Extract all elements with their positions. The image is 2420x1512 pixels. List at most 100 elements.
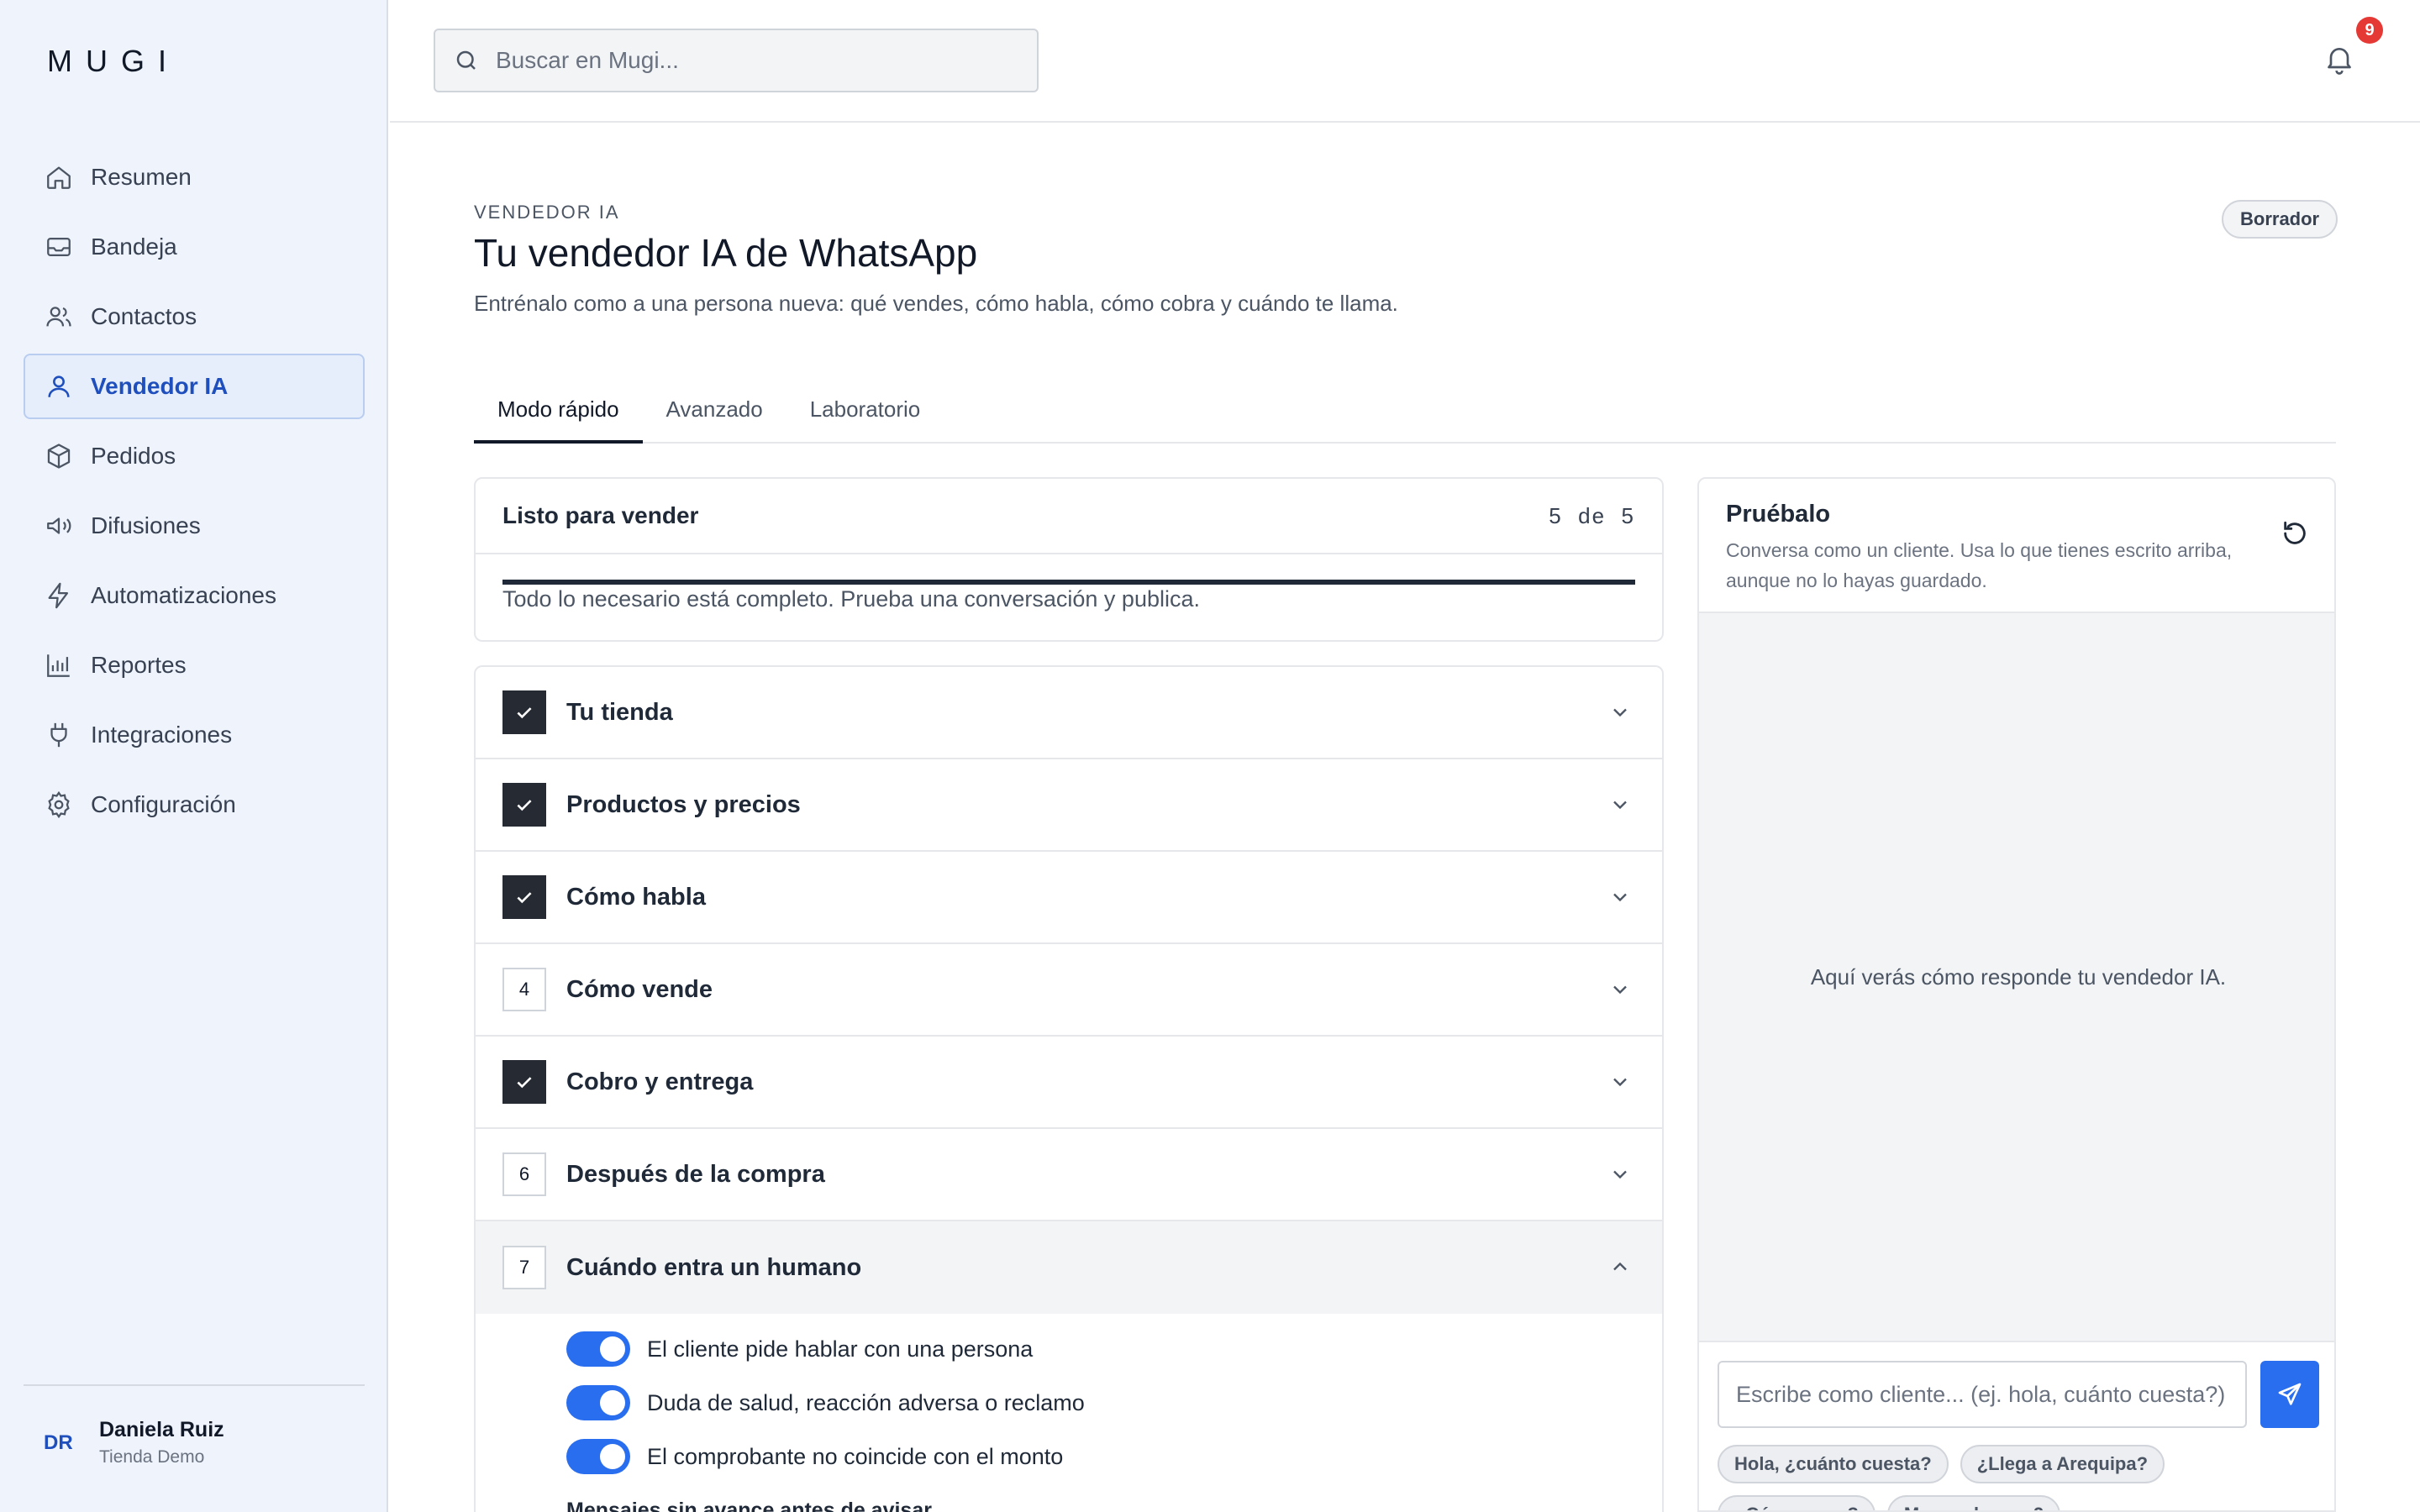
home-icon	[44, 162, 74, 192]
toggle-row: El cliente pide hablar con una persona	[566, 1322, 1662, 1376]
toggle-label: El cliente pide hablar con una persona	[647, 1336, 1034, 1362]
step-number: 7	[502, 1246, 546, 1289]
tabs: Modo rápido Avanzado Laboratorio	[474, 386, 2336, 444]
chevron-down-icon	[1613, 893, 1627, 902]
suggestion-chip[interactable]: Me quedo con 2	[1886, 1495, 2061, 1510]
suggestion-chip[interactable]: ¿Llega a Arequipa?	[1960, 1445, 2165, 1483]
user-name: Daniela Ruiz	[99, 1418, 224, 1441]
step-label: Después de la compra	[566, 1160, 825, 1188]
chevron-down-icon	[1613, 1170, 1627, 1179]
progress-fill	[502, 580, 1635, 585]
topbar: 9	[390, 0, 2420, 123]
step-label: Cobro y entrega	[566, 1068, 754, 1095]
toggle-switch[interactable]	[566, 1331, 630, 1367]
human-handoff-panel: El cliente pide hablar con una persona D…	[476, 1314, 1662, 1512]
sidebar-item-label: Contactos	[91, 303, 197, 329]
chat-subtitle: Conversa como un cliente. Usa lo que tie…	[1726, 539, 2233, 591]
chat-message-input[interactable]	[1736, 1381, 2240, 1408]
avatar: DR	[44, 1431, 73, 1454]
chat-empty-state: Aquí verás cómo responde tu vendedor IA.	[1699, 613, 2334, 1342]
search-box[interactable]	[434, 29, 1039, 92]
step-check	[502, 690, 546, 734]
sidebar-item-label: Reportes	[91, 652, 187, 678]
bar-chart-icon	[44, 650, 74, 680]
step-cobro-y-entrega[interactable]: Cobro y entrega	[476, 1037, 1662, 1129]
page-description: Entrénalo como a una persona nueva: qué …	[474, 291, 1398, 316]
page-eyebrow: VENDEDOR IA	[474, 202, 620, 223]
step-check	[502, 1060, 546, 1104]
bolt-icon	[44, 580, 74, 611]
chat-input-box[interactable]	[1718, 1361, 2247, 1428]
notifications-button[interactable]	[2323, 40, 2356, 77]
sidebar-divider	[24, 1384, 365, 1386]
sidebar-item-pedidos[interactable]: Pedidos	[24, 423, 365, 489]
reset-icon[interactable]	[2281, 519, 2309, 548]
check-icon	[517, 1077, 532, 1089]
step-cuando-entra-un-humano[interactable]: 7 Cuándo entra un humano	[476, 1221, 1662, 1314]
step-productos-y-precios[interactable]: Productos y precios	[476, 759, 1662, 852]
sidebar-item-configuracion[interactable]: Configuración	[24, 772, 365, 837]
sidebar: MUGI Resumen Bandeja Contactos Vendedor …	[0, 0, 388, 1512]
send-button[interactable]	[2260, 1361, 2319, 1428]
stall-messages-label: Mensajes sin avance antes de avisar	[566, 1499, 932, 1512]
sidebar-item-bandeja[interactable]: Bandeja	[24, 214, 365, 280]
sidebar-item-label: Configuración	[91, 791, 236, 817]
step-label: Cuándo entra un humano	[566, 1253, 862, 1281]
step-number: 6	[502, 1152, 546, 1196]
sidebar-item-vendedor-ia[interactable]: Vendedor IA	[24, 354, 365, 419]
sidebar-item-label: Vendedor IA	[91, 373, 229, 399]
sidebar-nav: Resumen Bandeja Contactos Vendedor IA Pe…	[24, 144, 365, 842]
chevron-down-icon	[1613, 708, 1627, 717]
users-icon	[44, 302, 74, 332]
gear-icon	[44, 790, 74, 820]
tab-modo-rapido[interactable]: Modo rápido	[474, 386, 643, 444]
sidebar-item-difusiones[interactable]: Difusiones	[24, 493, 365, 559]
check-icon	[517, 707, 532, 719]
sidebar-item-automatizaciones[interactable]: Automatizaciones	[24, 563, 365, 628]
send-icon	[2278, 1383, 2302, 1405]
status-badge: Borrador	[2222, 200, 2338, 239]
readiness-count: 5 de 5	[1549, 502, 1635, 528]
sidebar-item-label: Automatizaciones	[91, 582, 277, 608]
bell-icon	[2328, 48, 2351, 75]
step-como-vende[interactable]: 4 Cómo vende	[476, 944, 1662, 1037]
sidebar-item-label: Pedidos	[91, 443, 176, 469]
toggle-row: El comprobante no coincide con el monto	[566, 1430, 1662, 1483]
plug-icon	[44, 720, 74, 750]
toggle-label: El comprobante no coincide con el monto	[647, 1443, 1064, 1469]
app-logo[interactable]: MUGI	[47, 44, 180, 79]
sidebar-item-contactos[interactable]: Contactos	[24, 284, 365, 349]
inbox-icon	[44, 232, 74, 262]
user-icon	[44, 371, 74, 402]
step-number: 4	[502, 968, 546, 1011]
megaphone-icon	[44, 511, 74, 541]
search-icon	[456, 50, 476, 70]
sidebar-item-resumen[interactable]: Resumen	[24, 144, 365, 210]
search-input[interactable]	[496, 47, 1017, 74]
user-profile[interactable]: DR Daniela Ruiz Tienda Demo	[44, 1418, 224, 1467]
sidebar-item-label: Integraciones	[91, 722, 233, 748]
toggle-switch[interactable]	[566, 1439, 630, 1474]
toggle-switch[interactable]	[566, 1385, 630, 1420]
step-label: Tu tienda	[566, 698, 673, 726]
step-despues-de-la-compra[interactable]: 6 Después de la compra	[476, 1129, 1662, 1221]
chevron-up-icon	[1613, 1262, 1627, 1271]
tab-avanzado[interactable]: Avanzado	[643, 386, 786, 444]
step-check	[502, 783, 546, 827]
chevron-down-icon	[1613, 801, 1627, 810]
step-label: Productos y precios	[566, 790, 801, 818]
toggle-label: Duda de salud, reacción adversa o reclam…	[647, 1389, 1085, 1415]
step-tu-tienda[interactable]: Tu tienda	[476, 667, 1662, 759]
sidebar-item-label: Resumen	[91, 164, 192, 190]
progress-bar	[502, 580, 1635, 585]
tab-laboratorio[interactable]: Laboratorio	[786, 386, 944, 444]
sidebar-item-reportes[interactable]: Reportes	[24, 633, 365, 698]
suggestion-chip[interactable]: ¿Cómo pago?	[1718, 1495, 1876, 1510]
suggestion-chip[interactable]: Hola, ¿cuánto cuesta?	[1718, 1445, 1949, 1483]
test-chat-panel: Pruébalo Conversa como un cliente. Usa l…	[1697, 477, 2336, 1512]
suggestion-chips: Hola, ¿cuánto cuesta? ¿Llega a Arequipa?…	[1718, 1445, 2323, 1510]
check-icon	[517, 892, 532, 904]
page-title: Tu vendedor IA de WhatsApp	[474, 231, 978, 275]
sidebar-item-integraciones[interactable]: Integraciones	[24, 702, 365, 768]
step-como-habla[interactable]: Cómo habla	[476, 852, 1662, 944]
